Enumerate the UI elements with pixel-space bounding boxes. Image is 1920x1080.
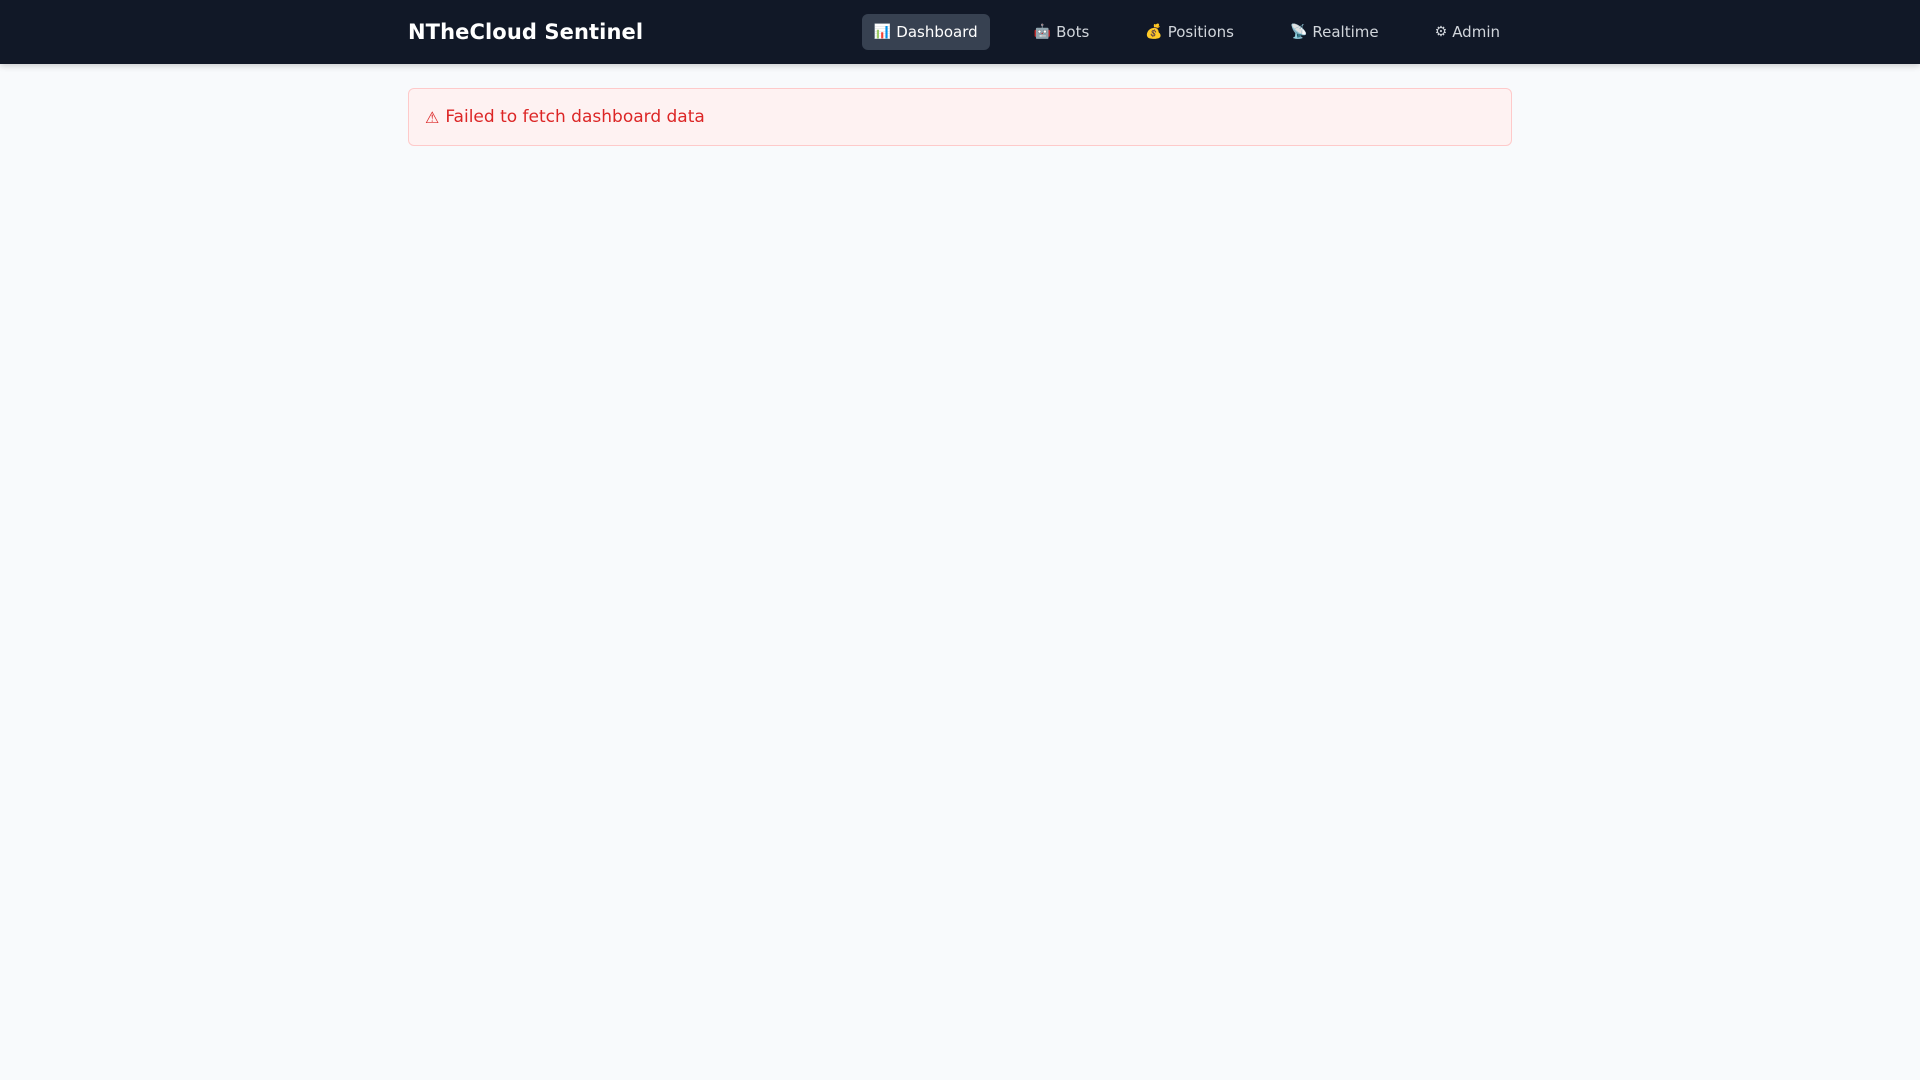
nav-label-bots: Bots (1056, 23, 1090, 41)
main-content: ⚠ Failed to fetch dashboard data (408, 88, 1512, 146)
nav-label-admin: Admin (1452, 23, 1500, 41)
brand-title[interactable]: NTheCloud Sentinel (408, 20, 643, 44)
chart-icon: 📊 (873, 24, 892, 40)
nav-item-realtime[interactable]: 📡 Realtime (1278, 14, 1391, 50)
satellite-antenna-icon: 📡 (1289, 24, 1308, 40)
nav-item-positions[interactable]: 💰 Positions (1133, 14, 1246, 50)
nav-label-dashboard: Dashboard (896, 23, 978, 41)
error-message: Failed to fetch dashboard data (445, 107, 705, 127)
nav-item-admin[interactable]: ⚙ Admin (1423, 14, 1512, 50)
robot-icon: 🤖 (1033, 24, 1052, 40)
error-alert: ⚠ Failed to fetch dashboard data (408, 88, 1512, 146)
nav-label-positions: Positions (1167, 23, 1234, 41)
money-bag-icon: 💰 (1145, 24, 1163, 40)
navbar-inner: NTheCloud Sentinel 📊 Dashboard 🤖 Bots 💰 … (408, 0, 1512, 64)
top-navbar: NTheCloud Sentinel 📊 Dashboard 🤖 Bots 💰 … (0, 0, 1920, 64)
nav-label-realtime: Realtime (1312, 23, 1379, 41)
nav-item-bots[interactable]: 🤖 Bots (1022, 14, 1102, 50)
warning-icon: ⚠ (425, 107, 440, 127)
nav-item-dashboard[interactable]: 📊 Dashboard (861, 14, 990, 50)
main-nav: 📊 Dashboard 🤖 Bots 💰 Positions 📡 Realtim… (861, 0, 1512, 64)
gear-icon: ⚙ (1434, 24, 1448, 40)
